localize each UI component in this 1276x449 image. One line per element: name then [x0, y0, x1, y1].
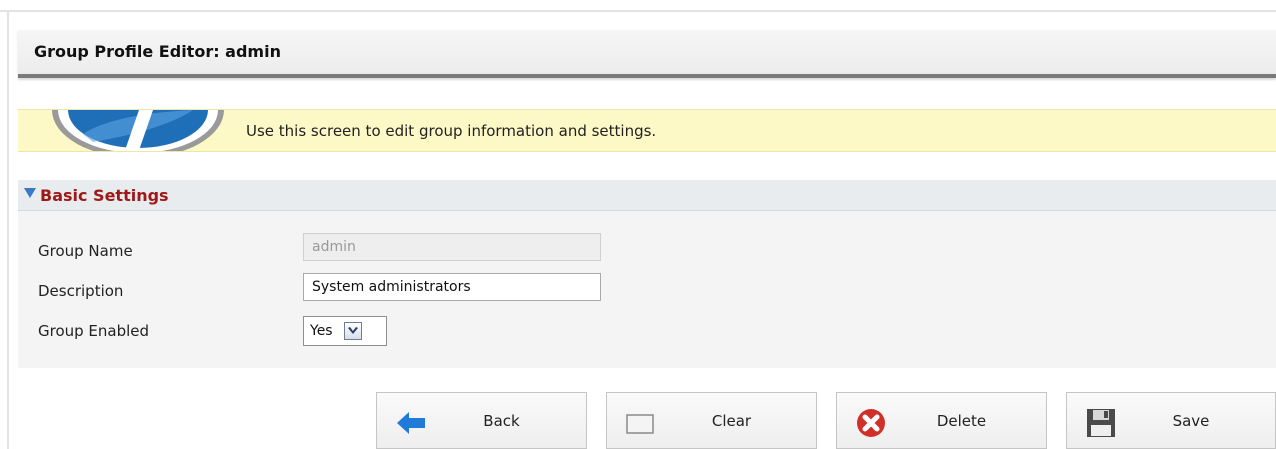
delete-label: Delete — [936, 412, 987, 430]
save-label: Save — [1172, 412, 1210, 430]
info-banner: Use this screen to edit group informatio… — [18, 109, 1276, 152]
clear-label: Clear — [711, 412, 752, 430]
group-name-field — [303, 233, 601, 261]
group-enabled-value: Yes — [310, 323, 333, 339]
title-bar: Group Profile Editor: admin — [18, 30, 1276, 78]
triangle-down-icon[interactable] — [24, 188, 36, 198]
section-title[interactable]: Basic Settings — [40, 186, 169, 205]
frame-top-border — [0, 10, 1276, 12]
page-title: Group Profile Editor: admin — [34, 42, 281, 61]
basic-settings-section: Basic Settings Group Name Description Gr… — [18, 180, 1276, 368]
back-label: Back — [483, 412, 520, 430]
clear-button[interactable]: Clear — [606, 392, 817, 449]
group-name-label: Group Name — [38, 242, 133, 260]
section-header[interactable]: Basic Settings — [18, 180, 1276, 211]
banner-message: Use this screen to edit group informatio… — [246, 122, 657, 140]
group-enabled-label: Group Enabled — [38, 322, 150, 340]
description-field[interactable] — [303, 273, 601, 301]
delete-button[interactable]: Delete — [836, 392, 1047, 449]
info-logo-icon — [52, 110, 224, 151]
back-button[interactable]: Back — [376, 392, 587, 449]
description-label: Description — [38, 282, 124, 300]
save-button[interactable]: Save — [1066, 392, 1276, 449]
group-enabled-select[interactable]: Yes — [303, 316, 387, 346]
frame-left-border — [7, 10, 9, 449]
chevron-down-icon[interactable] — [344, 322, 362, 340]
